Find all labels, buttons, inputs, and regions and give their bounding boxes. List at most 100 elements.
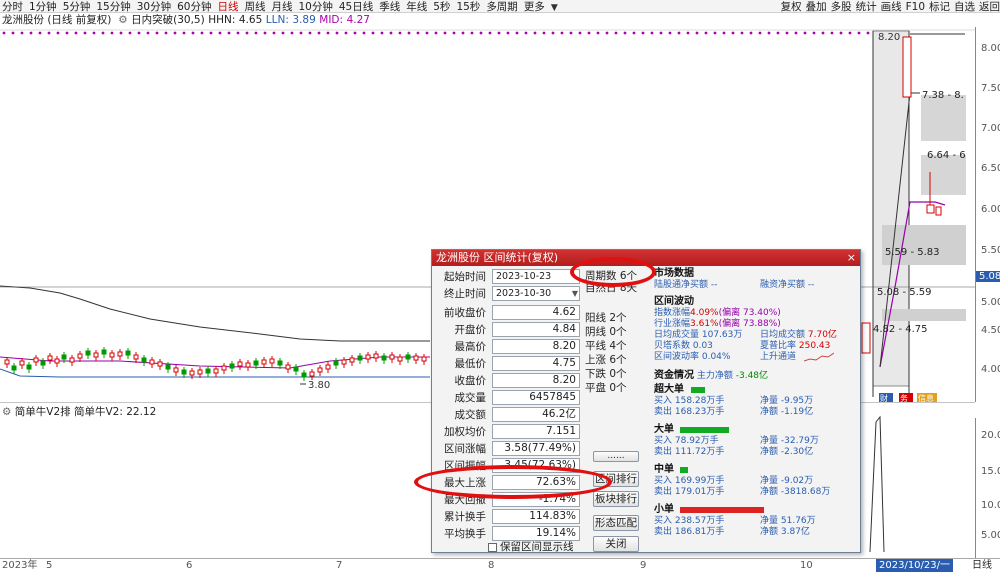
period-tab[interactable]: 60分钟: [177, 1, 211, 12]
signal-dot: [803, 31, 807, 35]
period-tab[interactable]: 月线: [272, 1, 293, 12]
period-tab[interactable]: 15秒: [456, 1, 480, 12]
sell-row: 卖出 168.23万手: [654, 407, 724, 418]
signal-dot: [821, 31, 825, 35]
price-tick: 8.00: [981, 43, 1000, 54]
signal-dot: [317, 31, 321, 35]
stat-label: 平均换手: [444, 528, 486, 540]
sub-tick: 15.00: [981, 466, 1000, 477]
candle-body: [381, 355, 387, 361]
candle-body: [365, 354, 371, 360]
period-tab[interactable]: 周线: [245, 1, 266, 12]
end-time-field[interactable]: 2023-10-30 ▼: [492, 286, 580, 301]
net-amount-label: 净额: [760, 447, 781, 457]
checkbox-icon[interactable]: [488, 542, 497, 552]
buy-value: 78.92万手: [674, 436, 719, 446]
count-item: 平盘 0个: [585, 382, 627, 394]
range-label-1: 7.38 - 8.: [922, 90, 964, 101]
price-tick: 4.50: [981, 325, 1000, 336]
dialog-button[interactable]: 关闭: [593, 536, 639, 552]
dialog-button[interactable]: 板块排行: [593, 491, 639, 507]
signal-dot: [272, 31, 276, 35]
sharpe: 夏普比率 250.43: [760, 341, 830, 352]
toolbar-tool[interactable]: 复权: [781, 1, 802, 12]
period-tab[interactable]: 1分钟: [29, 1, 57, 12]
candle-body: [421, 356, 427, 362]
candle-body: [173, 367, 179, 373]
signal-dot: [389, 31, 393, 35]
toolbar-tool[interactable]: 自选: [954, 1, 975, 12]
settings-icon[interactable]: ⚙: [115, 14, 127, 26]
period-tab[interactable]: 更多: [524, 1, 545, 12]
net-amount-label: 净额: [760, 487, 781, 497]
period-tab[interactable]: 季线: [379, 1, 400, 12]
signal-dot: [614, 31, 618, 35]
sub-tick: 20.00: [981, 430, 1000, 441]
toolbar-tool[interactable]: 多股: [831, 1, 852, 12]
start-time-field[interactable]: 2023-10-23: [492, 269, 580, 284]
net-amount-value: -2.30亿: [780, 447, 814, 457]
signal-dot: [542, 31, 546, 35]
buy-value: 238.57万手: [674, 516, 725, 526]
tag-wu[interactable]: 务: [900, 393, 908, 402]
signal-dot: [326, 31, 330, 35]
toolbar-tool[interactable]: 叠加: [806, 1, 827, 12]
toolbar-tool[interactable]: 返回: [979, 1, 1000, 12]
period-tab[interactable]: 10分钟: [299, 1, 333, 12]
dialog-button[interactable]: ......: [593, 451, 639, 462]
period-tab[interactable]: 分时: [2, 1, 23, 12]
candle-body: [133, 354, 139, 360]
signal-dot: [407, 31, 411, 35]
stat-label: 最大上涨: [444, 477, 486, 489]
trend-sparkline: [804, 352, 834, 362]
dialog-button[interactable]: 区间排行: [593, 471, 639, 487]
stat-value: 8.20: [492, 373, 580, 388]
tag-cai[interactable]: 财: [880, 393, 888, 402]
candle-body: [93, 352, 99, 358]
candle-body: [54, 358, 60, 364]
signal-dot: [290, 31, 294, 35]
industry-label: 行业涨幅: [654, 319, 691, 329]
period-tab[interactable]: 15分钟: [96, 1, 130, 12]
toolbar-tool[interactable]: 画线: [881, 1, 902, 12]
net-amount-label: 净额: [760, 527, 781, 537]
period-tab[interactable]: 45日线: [339, 1, 373, 12]
candle-body: [221, 365, 227, 371]
toolbar-tool[interactable]: F10: [906, 1, 925, 12]
lln-value: 3.89: [292, 14, 316, 26]
sell-label: 卖出: [654, 407, 675, 417]
period-tab[interactable]: 多周期: [486, 1, 518, 12]
price-tick: 5.50: [981, 245, 1000, 256]
sharpe-label: 夏普比率: [760, 341, 797, 351]
signal-dot: [47, 31, 51, 35]
toolbar-tool[interactable]: 标记: [929, 1, 950, 12]
period-tab[interactable]: 日线: [218, 1, 239, 12]
period-tab[interactable]: 5分钟: [63, 1, 91, 12]
date-tick: 7: [336, 560, 343, 571]
beta: 贝塔系数 0.03: [654, 341, 713, 351]
sell-row: 卖出 186.81万手: [654, 527, 724, 538]
stat-label: 前收盘价: [444, 307, 486, 319]
toolbar-tool[interactable]: 统计: [856, 1, 877, 12]
keep-lines-checkbox[interactable]: 保留区间显示线: [488, 539, 574, 554]
period-tab[interactable]: 5秒: [433, 1, 450, 12]
date-tick: 10: [800, 560, 813, 571]
dialog-button[interactable]: 形态匹配: [593, 515, 639, 531]
chevron-down-icon[interactable]: ▼: [551, 3, 558, 12]
period-tab[interactable]: 30分钟: [137, 1, 171, 12]
dialog-title: 龙洲股份 区间统计(复权): [432, 250, 860, 266]
range-label-3: 5.59 - 5.83: [885, 247, 940, 258]
tag-info[interactable]: 信息: [918, 393, 934, 402]
signal-dot: [335, 31, 339, 35]
volatility: 区间波动率 0.04%: [654, 352, 731, 362]
chevron-down-icon[interactable]: ▼: [572, 287, 578, 300]
signal-dot: [452, 31, 456, 35]
period-tab[interactable]: 年线: [406, 1, 427, 12]
mid-label: MID:: [319, 14, 344, 26]
stock-title[interactable]: 龙洲股份 (日线 前复权): [2, 14, 111, 26]
stat-row: 前收盘价 4.62: [436, 305, 586, 321]
period-tabs: 分时 1分钟 5分钟 15分钟 30分钟 60分钟 日线 周线 月线 10分钟 45日线 季线 年线 5秒…: [2, 0, 558, 12]
buy-row: 买入 169.99万手: [654, 476, 724, 487]
close-icon[interactable]: ×: [847, 250, 856, 266]
candle-body: [19, 360, 25, 366]
